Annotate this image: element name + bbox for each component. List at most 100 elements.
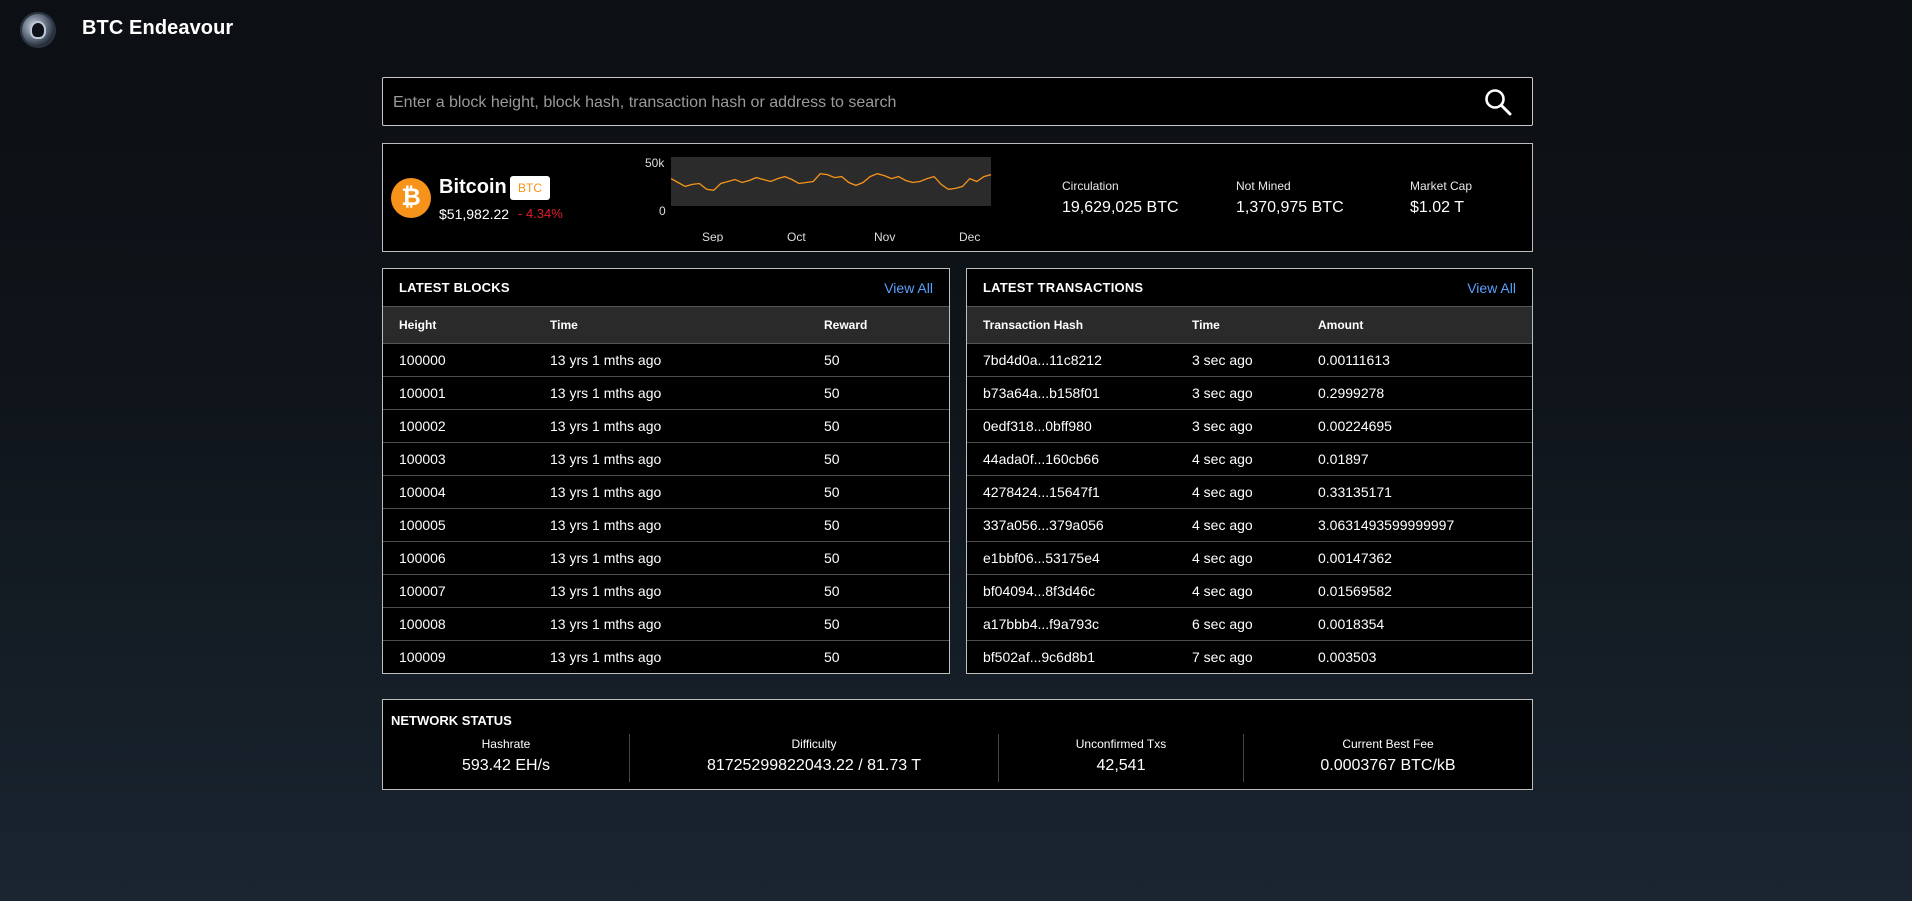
transaction-row[interactable]: 7bd4d0a...11c8212 3 sec ago 0.00111613: [967, 343, 1532, 377]
transaction-row[interactable]: 44ada0f...160cb66 4 sec ago 0.01897: [967, 442, 1532, 476]
network-value: 593.42 EH/s: [461, 757, 551, 774]
network-difficulty: Difficulty 81725299822043.22 / 81.73 T: [630, 733, 998, 783]
block-row[interactable]: 100002 13 yrs 1 mths ago 50: [383, 409, 949, 443]
transaction-hash-link[interactable]: 337a056...379a056: [967, 508, 1176, 542]
transaction-time: 7 sec ago: [1192, 649, 1253, 665]
transaction-hash-link[interactable]: 4278424...15647f1: [967, 475, 1176, 509]
block-height-link[interactable]: 100000: [383, 343, 534, 377]
block-row[interactable]: 100004 13 yrs 1 mths ago 50: [383, 475, 949, 509]
search-input[interactable]: [391, 78, 1455, 127]
y-tick-top: 50k: [645, 156, 665, 170]
column-header-time: Time: [1176, 306, 1302, 344]
transaction-time: 4 sec ago: [1176, 541, 1302, 575]
block-height-link[interactable]: 100005: [383, 508, 534, 542]
block-time: 13 yrs 1 mths ago: [534, 508, 808, 542]
block-height-link[interactable]: 100004: [383, 475, 534, 509]
app-title[interactable]: BTC Endeavour: [82, 17, 233, 40]
transaction-time: 3 sec ago: [1176, 343, 1302, 377]
transaction-amount: 0.2999278: [1302, 376, 1532, 410]
block-row[interactable]: 100003 13 yrs 1 mths ago 50: [383, 442, 949, 476]
stat-value: 1,370,975 BTC: [1236, 199, 1344, 216]
block-height-link[interactable]: 100007: [383, 574, 534, 608]
column-header-hash: Transaction Hash: [967, 306, 1176, 344]
block-reward: 50: [808, 442, 949, 476]
transaction-amount: 0.003503: [1318, 649, 1377, 665]
block-time: 13 yrs 1 mths ago: [534, 409, 808, 443]
transaction-amount: 0.33135171: [1302, 475, 1532, 509]
block-height-link[interactable]: 100009: [383, 641, 534, 674]
transaction-hash-link[interactable]: b73a64a...b158f01: [967, 376, 1176, 410]
panel-title: LATEST BLOCKS: [399, 280, 510, 295]
transaction-hash-link[interactable]: 0edf318...0bff980: [967, 409, 1176, 443]
stat-market-cap: Market Cap $1.02 T: [1410, 179, 1472, 217]
block-time: 13 yrs 1 mths ago: [534, 376, 808, 410]
block-reward: 50: [808, 508, 949, 542]
transaction-time: 3 sec ago: [1176, 409, 1302, 443]
transaction-hash-link[interactable]: a17bbb4...f9a793c: [967, 607, 1176, 641]
network-best-fee: Current Best Fee 0.0003767 BTC/kB: [1244, 733, 1532, 783]
block-time: 13 yrs 1 mths ago: [550, 649, 662, 665]
transaction-amount: 0.0018354: [1302, 607, 1532, 641]
stat-label: Not Mined: [1236, 179, 1291, 193]
transaction-row[interactable]: b73a64a...b158f01 3 sec ago 0.2999278: [967, 376, 1532, 410]
block-height-link[interactable]: 100003: [383, 442, 534, 476]
network-value: 81725299822043.22 / 81.73 T: [706, 757, 922, 774]
x-tick-dec: Dec: [959, 230, 980, 242]
block-row[interactable]: 100001 13 yrs 1 mths ago 50: [383, 376, 949, 410]
stat-value: 19,629,025 BTC: [1062, 199, 1179, 216]
coin-price: $51,982.22: [439, 206, 510, 222]
column-header-reward: Reward: [808, 306, 949, 344]
transaction-amount: 0.00147362: [1302, 541, 1532, 575]
block-time: 13 yrs 1 mths ago: [534, 475, 808, 509]
transaction-amount: 0.00224695: [1302, 409, 1532, 443]
block-reward: 50: [824, 649, 840, 665]
transaction-hash-link[interactable]: e1bbf06...53175e4: [967, 541, 1176, 575]
transaction-hash-link[interactable]: 44ada0f...160cb66: [967, 442, 1176, 476]
transaction-row[interactable]: bf04094...8f3d46c 4 sec ago 0.01569582: [967, 574, 1532, 608]
transaction-row[interactable]: a17bbb4...f9a793c 6 sec ago 0.0018354: [967, 607, 1532, 641]
block-reward: 50: [808, 475, 949, 509]
transaction-hash-link[interactable]: bf04094...8f3d46c: [967, 574, 1176, 608]
block-row[interactable]: 100007 13 yrs 1 mths ago 50: [383, 574, 949, 608]
block-time: 13 yrs 1 mths ago: [534, 607, 808, 641]
block-reward: 50: [808, 574, 949, 608]
stat-value: $1.02 T: [1410, 199, 1464, 216]
transaction-hash-link[interactable]: bf502af...9c6d8b1: [967, 641, 1176, 674]
block-height-link[interactable]: 100006: [383, 541, 534, 575]
app-logo-icon[interactable]: [20, 12, 56, 48]
transaction-amount: 0.01897: [1302, 442, 1532, 476]
transaction-row[interactable]: 337a056...379a056 4 sec ago 3.063149359999…: [967, 508, 1532, 542]
network-hashrate: Hashrate 593.42 EH/s: [383, 733, 629, 783]
table-header-row: Transaction Hash Time Amount: [967, 306, 1532, 344]
block-time: 13 yrs 1 mths ago: [534, 541, 808, 575]
transactions-table: Transaction Hash Time Amount 7bd4d0a...1…: [967, 306, 1532, 673]
block-row[interactable]: 100006 13 yrs 1 mths ago 50: [383, 541, 949, 575]
block-row[interactable]: 100005 13 yrs 1 mths ago 50: [383, 508, 949, 542]
y-tick-bottom: 0: [659, 204, 666, 218]
transaction-amount: 0.01569582: [1302, 574, 1532, 608]
column-header-height: Height: [383, 306, 534, 344]
latest-blocks-panel: LATEST BLOCKS View All Height Time Rewar…: [382, 268, 950, 674]
network-unconfirmed-txs: Unconfirmed Txs 42,541: [999, 733, 1243, 783]
block-reward: 50: [808, 541, 949, 575]
search-icon[interactable]: [1484, 88, 1512, 116]
block-height-link[interactable]: 100001: [383, 376, 534, 410]
network-status-panel: NETWORK STATUS Hashrate 593.42 EH/s Diff…: [382, 699, 1533, 790]
transaction-time: 4 sec ago: [1176, 574, 1302, 608]
block-height-link[interactable]: 100002: [383, 409, 534, 443]
network-label: Current Best Fee: [1342, 737, 1434, 751]
transactions-view-all-link[interactable]: View All: [1467, 280, 1516, 296]
block-row[interactable]: 100009 13 yrs 1 mths ago 50: [383, 641, 949, 674]
x-tick-oct: Oct: [787, 230, 806, 242]
transaction-row[interactable]: 4278424...15647f1 4 sec ago 0.33135171: [967, 475, 1532, 509]
blocks-view-all-link[interactable]: View All: [884, 280, 933, 296]
block-reward: 50: [808, 607, 949, 641]
block-row[interactable]: 100008 13 yrs 1 mths ago 50: [383, 607, 949, 641]
block-row[interactable]: 100000 13 yrs 1 mths ago 50: [383, 343, 949, 377]
transaction-hash-link[interactable]: 7bd4d0a...11c8212: [967, 343, 1176, 377]
transaction-row[interactable]: e1bbf06...53175e4 4 sec ago 0.00147362: [967, 541, 1532, 575]
transaction-row[interactable]: bf502af...9c6d8b1 7 sec ago 0.003503: [967, 641, 1532, 674]
transaction-row[interactable]: 0edf318...0bff980 3 sec ago 0.00224695: [967, 409, 1532, 443]
block-height-link[interactable]: 100008: [383, 607, 534, 641]
latest-transactions-panel: LATEST TRANSACTIONS View All Transaction…: [966, 268, 1533, 674]
